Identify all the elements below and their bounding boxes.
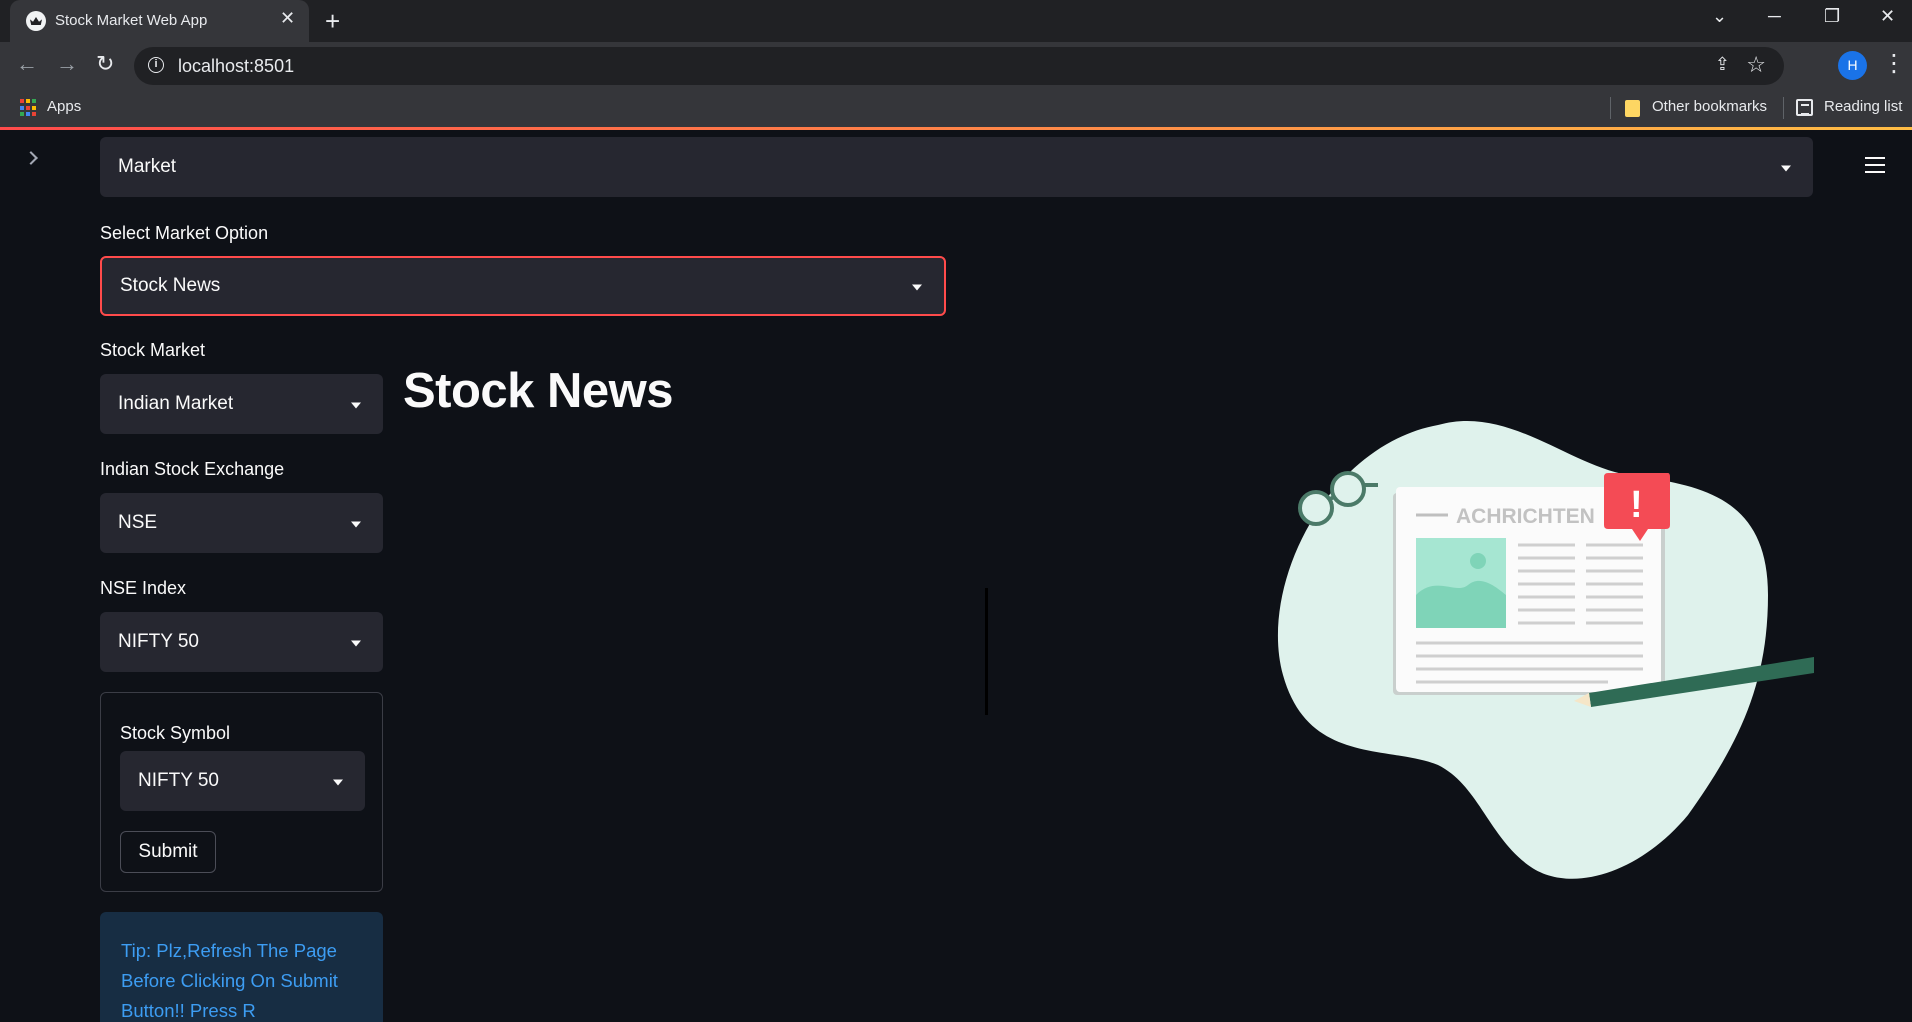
dropdown-caret-icon bbox=[351, 640, 361, 647]
newspaper-headline: ACHRICHTEN bbox=[1456, 505, 1595, 528]
close-window-icon[interactable]: ✕ bbox=[1880, 6, 1895, 27]
url-text: localhost:8501 bbox=[178, 56, 295, 76]
index-label: NSE Index bbox=[100, 578, 187, 598]
browser-window: Stock Market Web App ✕ + ⌄ ─ ❐ ✕ ← → ↻ i… bbox=[0, 0, 1912, 1022]
stock-symbol-label: Stock Symbol bbox=[120, 723, 231, 743]
select-value: Indian Market bbox=[118, 393, 234, 414]
browser-toolbar: ← → ↻ i localhost:8501 ⇪ ☆ H ⋮ bbox=[0, 42, 1912, 89]
exchange-select[interactable]: NSE bbox=[100, 493, 383, 553]
close-tab-icon[interactable]: ✕ bbox=[280, 8, 295, 29]
reading-list-icon bbox=[1796, 99, 1813, 116]
reading-list[interactable]: Reading list bbox=[1824, 98, 1902, 115]
alert-glyph: ! bbox=[1630, 484, 1643, 526]
dropdown-caret-icon bbox=[351, 521, 361, 528]
newspaper-illustration: ACHRICHTEN ! bbox=[1277, 420, 1814, 879]
browser-menu-icon[interactable]: ⋮ bbox=[1882, 49, 1906, 78]
select-value: Stock News bbox=[120, 275, 221, 296]
bookmarks-bar: Apps Other bookmarks Reading list bbox=[0, 89, 1912, 127]
page-title: Stock News bbox=[403, 364, 674, 418]
submit-button[interactable]: Submit bbox=[120, 831, 216, 873]
bookmark-star-icon[interactable]: ☆ bbox=[1746, 52, 1766, 78]
dropdown-caret-icon bbox=[912, 284, 922, 291]
other-bookmarks[interactable]: Other bookmarks bbox=[1652, 98, 1767, 115]
dropdown-caret-icon bbox=[1781, 165, 1791, 172]
apps-bookmark[interactable]: Apps bbox=[47, 98, 81, 115]
dropdown-caret-icon bbox=[351, 402, 361, 409]
folder-icon bbox=[1625, 100, 1640, 117]
select-value: NSE bbox=[118, 512, 158, 533]
stock-market-label: Stock Market bbox=[100, 340, 206, 360]
stock-symbol-form: Stock Symbol NIFTY 50 Submit bbox=[100, 692, 383, 892]
profile-avatar[interactable]: H bbox=[1838, 51, 1867, 80]
stock-symbol-select[interactable]: NIFTY 50 bbox=[120, 751, 365, 811]
forward-icon[interactable]: → bbox=[56, 51, 78, 77]
minimize-icon[interactable]: ─ bbox=[1768, 6, 1781, 27]
tab-stock-market-web-app[interactable]: Stock Market Web App ✕ bbox=[10, 0, 309, 42]
reload-icon[interactable]: ↻ bbox=[96, 51, 114, 77]
main-menu-hamburger-icon[interactable] bbox=[1865, 157, 1885, 173]
site-info-icon[interactable]: i bbox=[148, 57, 164, 73]
back-icon[interactable]: ← bbox=[16, 51, 38, 77]
text-cursor-bar bbox=[985, 588, 988, 715]
tab-title: Stock Market Web App bbox=[55, 12, 208, 29]
select-value: NIFTY 50 bbox=[118, 631, 199, 652]
exchange-label: Indian Stock Exchange bbox=[100, 459, 285, 479]
sidebar-expand-chevron-icon[interactable] bbox=[24, 151, 38, 165]
market-option-select[interactable]: Stock News bbox=[100, 256, 946, 316]
streamlit-favicon-icon bbox=[26, 11, 46, 31]
tip-text: Tip: Plz,Refresh The Page Before Clickin… bbox=[121, 940, 338, 1021]
new-tab-icon[interactable]: + bbox=[325, 6, 340, 37]
market-option-label: Select Market Option bbox=[100, 223, 269, 243]
select-value: NIFTY 50 bbox=[138, 770, 219, 791]
index-select[interactable]: NIFTY 50 bbox=[100, 612, 383, 672]
header-decoration-bar bbox=[0, 127, 1912, 130]
bookmarks-divider bbox=[1783, 97, 1784, 119]
stock-market-select[interactable]: Indian Market bbox=[100, 374, 383, 434]
select-value: Market bbox=[118, 156, 177, 177]
apps-grid-icon[interactable] bbox=[20, 99, 38, 117]
share-icon[interactable]: ⇪ bbox=[1715, 54, 1730, 75]
restore-icon[interactable]: ❐ bbox=[1824, 6, 1840, 27]
main-section-select[interactable]: Market bbox=[100, 137, 1813, 197]
tab-search-chevron-icon[interactable]: ⌄ bbox=[1712, 6, 1727, 27]
address-bar[interactable]: i localhost:8501 ⇪ ☆ bbox=[134, 47, 1784, 85]
bookmarks-divider bbox=[1610, 97, 1611, 119]
tab-strip: Stock Market Web App ✕ + ⌄ ─ ❐ ✕ bbox=[0, 0, 1912, 42]
dropdown-caret-icon bbox=[333, 779, 343, 786]
tip-info-box: Tip: Plz,Refresh The Page Before Clickin… bbox=[100, 912, 383, 1022]
app-page: Market Select Market Option Stock News S… bbox=[0, 127, 1912, 1022]
